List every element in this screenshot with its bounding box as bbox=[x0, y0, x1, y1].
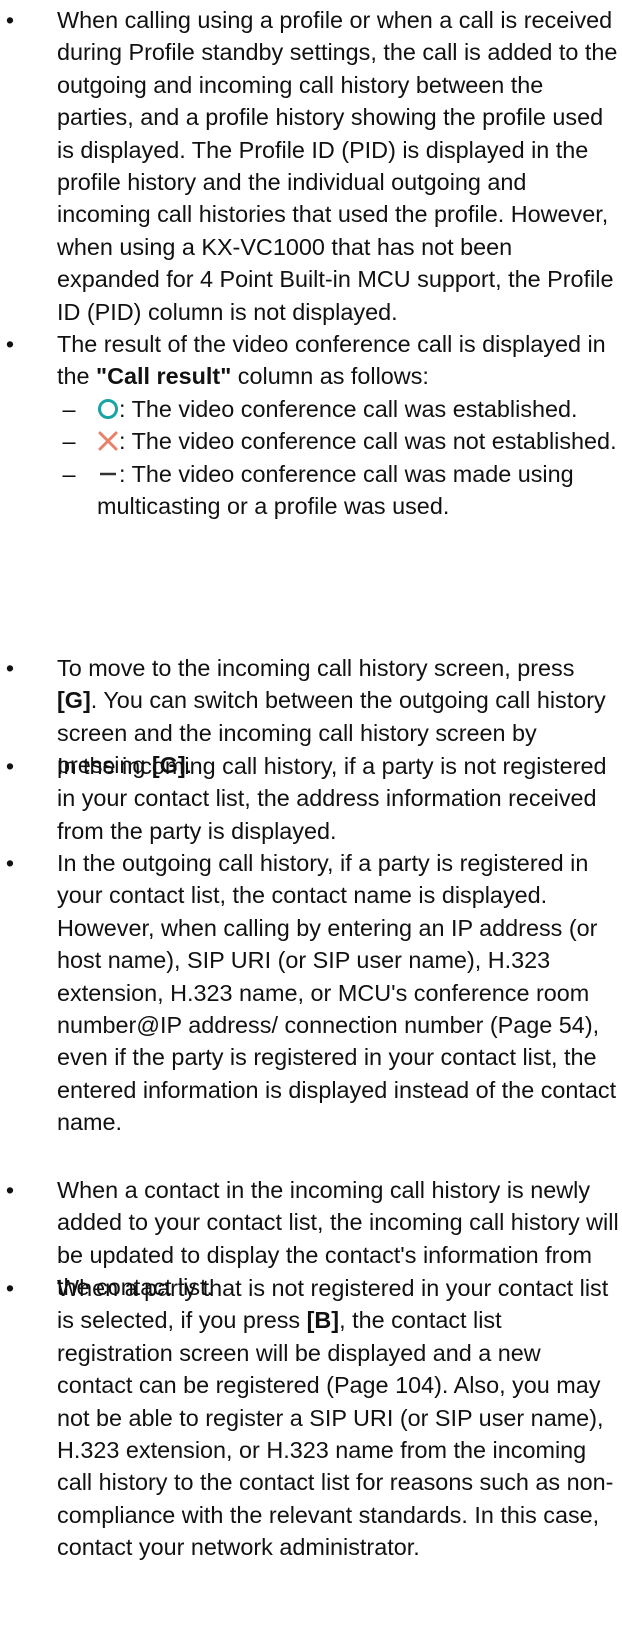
call-result-entry-multicast: – : The video conference call was made u… bbox=[62, 460, 574, 520]
bullet-marker: • bbox=[5, 655, 15, 681]
list-item: • The result of the video conference cal… bbox=[0, 328, 622, 522]
key-g: [G] bbox=[57, 687, 91, 714]
bullet-marker: • bbox=[5, 1275, 15, 1301]
call-result-entry-established: – : The video conference call was establ… bbox=[62, 395, 578, 422]
circle-icon bbox=[98, 398, 118, 419]
paragraph-call-result: The result of the video conference call … bbox=[57, 331, 606, 390]
list-item: • When calling using a profile or when a… bbox=[0, 4, 622, 328]
paragraph-profile-history: When calling using a profile or when a c… bbox=[57, 7, 618, 325]
bullet-marker: • bbox=[5, 331, 15, 357]
bullet-marker: • bbox=[5, 7, 15, 33]
list-item: • In the incoming call history, if a par… bbox=[0, 750, 622, 847]
call-result-label: "Call result" bbox=[96, 363, 232, 390]
bar-icon bbox=[100, 472, 116, 475]
list-item: • When a party that is not registered in… bbox=[0, 1272, 622, 1564]
paragraph-outgoing-registered: In the outgoing call history, if a party… bbox=[57, 850, 617, 1136]
call-result-entry-not-established: – : The video conference call was not es… bbox=[62, 428, 617, 455]
cross-icon bbox=[98, 431, 118, 451]
paragraph-incoming-unregistered: In the incoming call history, if a party… bbox=[57, 753, 607, 844]
bullet-marker: • bbox=[5, 850, 15, 876]
paragraph-register-contact: When a party that is not registered in y… bbox=[57, 1275, 614, 1561]
list-item: • In the outgoing call history, if a par… bbox=[0, 847, 622, 1139]
key-b: [B] bbox=[306, 1307, 340, 1334]
bullet-marker: • bbox=[5, 753, 15, 779]
bullet-marker: • bbox=[5, 1177, 15, 1203]
